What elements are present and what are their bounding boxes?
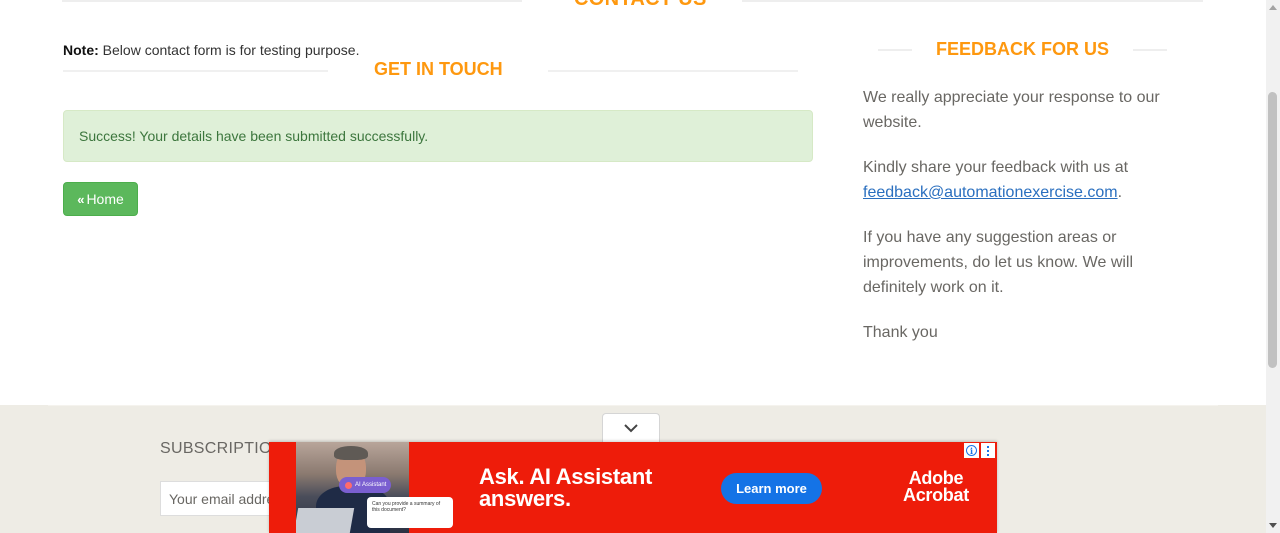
- feedback-email-link[interactable]: feedback@automationexercise.com: [863, 184, 1118, 201]
- ad-brand-line2: Acrobat: [903, 485, 969, 505]
- vertical-dots-icon: [987, 445, 989, 448]
- get-in-touch-divider-left: [63, 70, 328, 72]
- contact-us-title: CONTACT US: [574, 0, 707, 11]
- ad-collapse-button[interactable]: [602, 413, 660, 442]
- feedback-title: FEEDBACK FOR US: [936, 39, 1110, 59]
- feedback-divider-right: [1133, 49, 1167, 51]
- info-icon: i: [966, 445, 977, 456]
- get-in-touch-divider-right: [548, 70, 798, 72]
- ad-chip-icon: [345, 481, 352, 489]
- ad-headline-line1: Ask. AI Assistant: [479, 464, 652, 489]
- success-message: Success! Your details have been submitte…: [79, 128, 429, 144]
- get-in-touch-title: GET IN TOUCH: [374, 59, 503, 79]
- advertisement-banner[interactable]: AI Assistant Can you provide a summary o…: [269, 442, 997, 533]
- ad-menu-button[interactable]: [981, 443, 995, 458]
- ad-ai-assistant-chip: AI Assistant: [339, 477, 391, 493]
- page: CONTACT US Note: Below contact form is f…: [0, 0, 1280, 533]
- scroll-down-arrow[interactable]: [1266, 519, 1280, 533]
- triangle-down-icon: [1269, 523, 1277, 528]
- ad-headline-line2: answers.: [479, 486, 571, 511]
- ad-info-button[interactable]: i: [964, 443, 979, 458]
- success-alert: Success! Your details have been submitte…: [63, 110, 813, 162]
- chevron-down-icon: [624, 424, 638, 433]
- feedback-paragraph-appreciation: We really appreciate your response to ou…: [863, 89, 1160, 131]
- ad-laptop: [296, 508, 355, 533]
- feedback-paragraph-thanks: Thank you: [863, 324, 938, 341]
- note-label: Note:: [63, 42, 99, 58]
- feedback-share-period: .: [1117, 184, 1123, 201]
- subscription-title: SUBSCRIPTION: [160, 440, 284, 457]
- home-button[interactable]: « Home: [63, 182, 138, 216]
- ad-prompt-card: Can you provide a summary of this docume…: [367, 497, 453, 528]
- vertical-dot: [987, 449, 989, 452]
- vertical-dot: [987, 453, 989, 456]
- form-note: Note: Below contact form is for testing …: [63, 42, 359, 58]
- ad-headline: Ask. AI Assistant answers.: [479, 466, 652, 510]
- ad-learn-more-button[interactable]: Learn more: [721, 473, 822, 504]
- ad-person-hair: [334, 446, 368, 460]
- scrollbar-thumb[interactable]: [1268, 92, 1277, 368]
- scroll-up-arrow[interactable]: [1266, 0, 1280, 14]
- footer-divider: [48, 405, 1218, 406]
- home-button-label: Home: [86, 191, 124, 207]
- feedback-paragraph-share: Kindly share your feedback with us at fe…: [863, 155, 1163, 205]
- title-divider-right: [742, 0, 1203, 2]
- ad-chip-label: AI Assistant: [355, 482, 387, 488]
- double-chevron-left-icon: «: [77, 191, 85, 207]
- feedback-divider-left: [878, 49, 912, 51]
- ad-brand-logo: Adobe Acrobat: [903, 469, 969, 505]
- feedback-share-text: Kindly share your feedback with us at: [863, 159, 1129, 176]
- note-text: Below contact form is for testing purpos…: [98, 42, 360, 58]
- triangle-up-icon: [1269, 5, 1277, 10]
- title-divider-left: [62, 0, 522, 2]
- feedback-paragraph-suggestions: If you have any suggestion areas or impr…: [863, 229, 1134, 296]
